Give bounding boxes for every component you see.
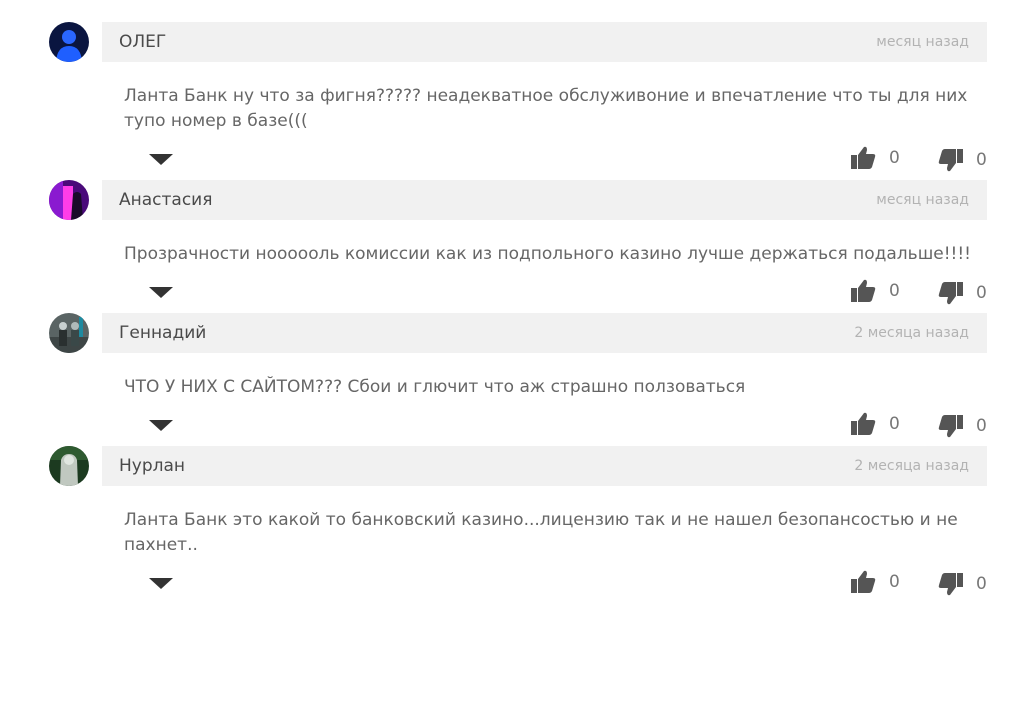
comment-timestamp[interactable]: месяц назад <box>876 33 969 51</box>
caret-down-icon <box>149 578 173 589</box>
thumbs-down-icon <box>938 415 963 438</box>
replies-toggle-button[interactable] <box>149 284 173 298</box>
comment-header: Геннадий 2 месяца назад <box>102 313 987 353</box>
comment-author[interactable]: ОЛЕГ <box>119 32 166 52</box>
avatar-image <box>49 446 89 486</box>
like-button[interactable]: 0 <box>851 412 900 436</box>
dislike-button[interactable]: 0 <box>938 572 987 596</box>
dislike-count: 0 <box>976 416 987 436</box>
comment-header: ОЛЕГ месяц назад <box>102 22 987 62</box>
avatar[interactable] <box>49 180 89 220</box>
thumbs-up-icon <box>851 570 876 593</box>
avatar-image <box>49 22 89 62</box>
like-count: 0 <box>889 148 900 168</box>
avatar[interactable] <box>49 313 89 353</box>
avatar-image <box>49 313 89 353</box>
dislike-button[interactable]: 0 <box>938 148 987 172</box>
dislike-button[interactable]: 0 <box>938 281 987 305</box>
comment-item: ОЛЕГ месяц назад Ланта Банк ну что за фи… <box>0 22 1015 172</box>
replies-toggle-button[interactable] <box>149 151 173 165</box>
comment-item: Анастасия месяц назад Прозрачности ноооо… <box>0 180 1015 305</box>
dislike-count: 0 <box>976 283 987 303</box>
caret-down-icon <box>149 287 173 298</box>
comment-timestamp[interactable]: 2 месяца назад <box>854 457 969 475</box>
replies-toggle-button[interactable] <box>149 575 173 589</box>
dislike-count: 0 <box>976 150 987 170</box>
comment-text: ЧТО У НИХ С САЙТОМ??? Сбои и глючит что … <box>124 377 746 397</box>
like-count: 0 <box>889 572 900 592</box>
comment-timestamp[interactable]: 2 месяца назад <box>854 324 969 342</box>
avatar-image <box>49 180 89 220</box>
thumbs-up-icon <box>851 279 876 302</box>
caret-down-icon <box>149 420 173 431</box>
like-button[interactable]: 0 <box>851 146 900 170</box>
like-button[interactable]: 0 <box>851 570 900 594</box>
dislike-count: 0 <box>976 574 987 594</box>
replies-toggle-button[interactable] <box>149 417 173 431</box>
like-count: 0 <box>889 281 900 301</box>
comment-text: Ланта Банк это какой то банковский казин… <box>124 510 958 555</box>
like-button[interactable]: 0 <box>851 279 900 303</box>
dislike-button[interactable]: 0 <box>938 414 987 438</box>
avatar[interactable] <box>49 22 89 62</box>
like-count: 0 <box>889 414 900 434</box>
comment-author[interactable]: Геннадий <box>119 323 206 343</box>
avatar[interactable] <box>49 446 89 486</box>
comment-item: Геннадий 2 месяца назад ЧТО У НИХ С САЙТ… <box>0 313 1015 438</box>
comment-item: Нурлан 2 месяца назад Ланта Банк это как… <box>0 446 1015 596</box>
thumbs-up-icon <box>851 146 876 169</box>
comment-text: Ланта Банк ну что за фигня????? неадеква… <box>124 86 968 131</box>
thumbs-down-icon <box>938 282 963 305</box>
caret-down-icon <box>149 154 173 165</box>
comment-text: Прозрачности ноооооль комиссии как из по… <box>124 244 971 264</box>
comment-header: Анастасия месяц назад <box>102 180 987 220</box>
comment-author[interactable]: Анастасия <box>119 190 212 210</box>
thumbs-down-icon <box>938 149 963 172</box>
comment-header: Нурлан 2 месяца назад <box>102 446 987 486</box>
thumbs-up-icon <box>851 412 876 435</box>
thumbs-down-icon <box>938 573 963 596</box>
comment-timestamp[interactable]: месяц назад <box>876 191 969 209</box>
comment-author[interactable]: Нурлан <box>119 456 185 476</box>
